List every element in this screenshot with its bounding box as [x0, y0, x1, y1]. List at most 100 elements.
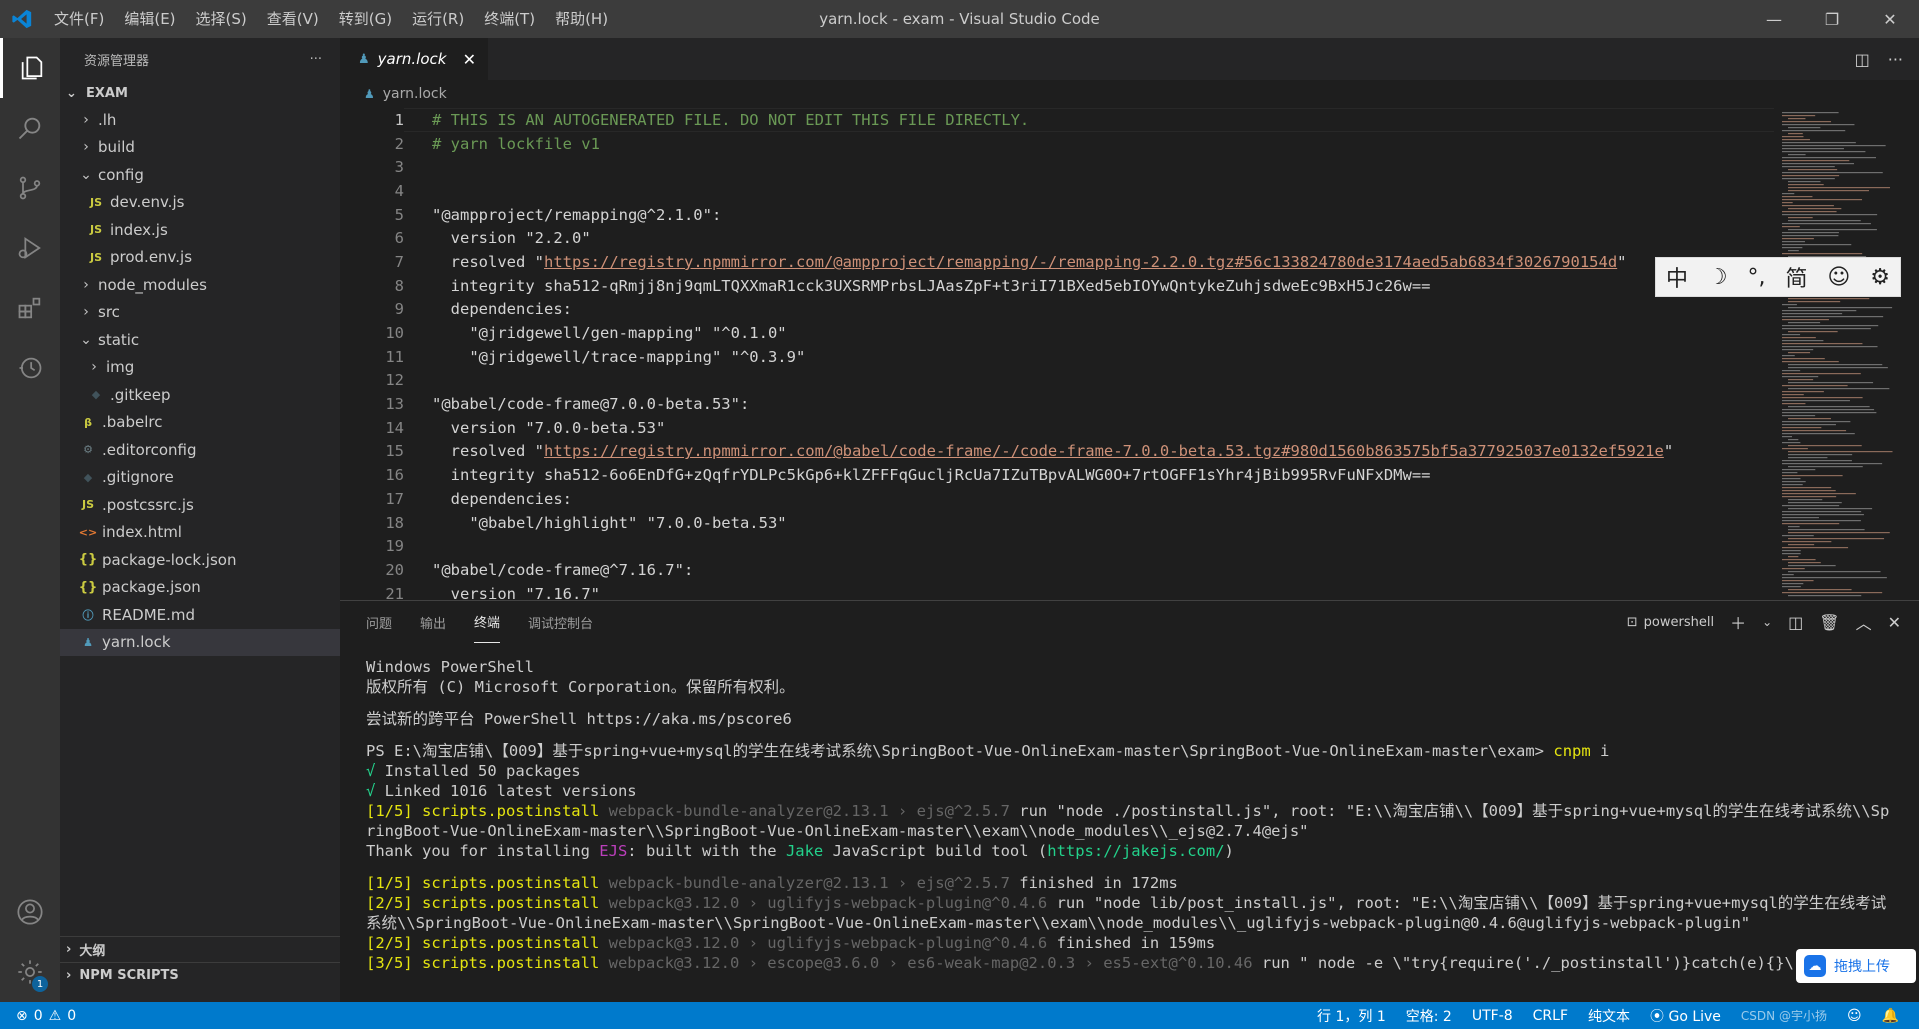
npm-scripts-section[interactable]: › NPM SCRIPTS [60, 962, 340, 988]
explorer-icon[interactable] [0, 38, 60, 98]
tree-item[interactable]: › node_modules [60, 271, 340, 299]
line-ending[interactable]: CRLF [1533, 1008, 1568, 1024]
tree-item[interactable]: ♟ yarn.lock [60, 628, 340, 656]
code-line: 16 integrity sha512-6o6EnDfG+zQqfrYDLPc5… [340, 463, 1780, 487]
close-panel-icon[interactable]: ✕ [1888, 613, 1901, 632]
workspace-section[interactable]: ⌄ EXAM [60, 80, 340, 106]
chevron-down-icon[interactable]: ⌄ [1762, 615, 1772, 629]
menu-item[interactable]: 编辑(E) [114, 0, 185, 38]
source-control-icon[interactable] [0, 158, 60, 218]
split-terminal-icon[interactable]: ◫ [1788, 613, 1803, 632]
language-mode[interactable]: 纯文本 [1588, 1006, 1630, 1026]
tree-item[interactable]: › src [60, 299, 340, 327]
panel-tab[interactable]: 终端 [474, 601, 501, 643]
tree-item[interactable]: <> index.html [60, 519, 340, 547]
tree-item-label: .lh [98, 110, 117, 129]
minimap[interactable] [1780, 108, 1905, 600]
notifications-icon[interactable]: 🔔 [1882, 1008, 1899, 1024]
tree-item[interactable]: ◆ .gitkeep [60, 381, 340, 409]
restore-button[interactable]: ❐ [1803, 0, 1861, 38]
tree-item[interactable]: ⌄ static [60, 326, 340, 354]
menu-item[interactable]: 终端(T) [474, 0, 545, 38]
more-actions-icon[interactable]: ··· [1888, 50, 1903, 69]
menu-item[interactable]: 选择(S) [186, 0, 257, 38]
outline-section[interactable]: › 大纲 [60, 936, 340, 962]
tree-item[interactable]: JS index.js [60, 216, 340, 244]
terminal-line: 版权所有 (C) Microsoft Corporation。保留所有权利。 [366, 677, 1896, 697]
menu-bar: 文件(F) 编辑(E) 选择(S) 查看(V) 转到(G) 运行(R) 终端(T) 帮助(H) [44, 0, 618, 38]
ime-button[interactable]: °, [1748, 265, 1766, 290]
minimize-button[interactable]: — [1745, 0, 1803, 38]
encoding[interactable]: UTF-8 [1472, 1008, 1513, 1024]
tree-item[interactable]: {} package-lock.json [60, 546, 340, 574]
panel-tab[interactable]: 调试控制台 [528, 601, 593, 643]
account-icon[interactable] [0, 882, 60, 942]
search-icon[interactable] [0, 98, 60, 158]
problems-status[interactable]: ⊗ 0 ⚠ 0 [0, 1008, 76, 1024]
menu-item[interactable]: 帮助(H) [545, 0, 618, 38]
indentation[interactable]: 空格: 2 [1406, 1006, 1452, 1026]
ime-button[interactable]: 中 [1666, 261, 1688, 293]
ime-button[interactable]: ⚙ [1870, 265, 1890, 290]
tree-item[interactable]: ⌄ config [60, 161, 340, 189]
menu-item[interactable]: 文件(F) [44, 0, 114, 38]
tree-item[interactable]: ◆ .gitignore [60, 464, 340, 492]
ime-button[interactable]: 简 [1785, 261, 1807, 293]
code-text: "@babel/code-frame@7.0.0-beta.53": [432, 395, 750, 414]
code-line: 6 version "2.2.0" [340, 226, 1780, 250]
terminal-segment: EJS [599, 842, 628, 860]
code-line: 7 resolved "https://registry.npmmirror.c… [340, 250, 1780, 274]
status-bar: ⊗ 0 ⚠ 0 行 1，列 1 空格: 2 UTF-8 CRLF 纯文本 ⦿ G… [0, 1002, 1919, 1029]
terminal-selector[interactable]: ⊡ powershell [1627, 615, 1714, 630]
breadcrumb[interactable]: ♟ yarn.lock [340, 80, 1740, 108]
tree-item[interactable]: JS dev.env.js [60, 189, 340, 217]
split-editor-icon[interactable]: ◫ [1855, 50, 1870, 69]
menu-item[interactable]: 查看(V) [257, 0, 329, 38]
tab-yarn-lock[interactable]: ♟ yarn.lock ✕ [340, 38, 488, 80]
manage-gear-icon[interactable]: 1 [0, 942, 60, 1002]
tree-item[interactable]: {} package.json [60, 574, 340, 602]
upload-widget[interactable]: ☁ 拖拽上传 [1796, 949, 1916, 983]
tree-item[interactable]: ⓘ README.md [60, 601, 340, 629]
ime-button[interactable]: ☺ [1827, 265, 1850, 290]
panel-tab[interactable]: 输出 [420, 601, 446, 643]
close-window-button[interactable]: ✕ [1861, 0, 1919, 38]
run-debug-icon[interactable] [0, 218, 60, 278]
info-file-icon: ⓘ [82, 608, 94, 622]
tree-item[interactable]: › build [60, 134, 340, 162]
minimap-line [1782, 202, 1793, 204]
code-line: 20 "@babel/code-frame@^7.16.7": [340, 558, 1780, 582]
resolved-link[interactable]: https://registry.npmmirror.com/@ampproje… [544, 253, 1617, 271]
cursor-position[interactable]: 行 1，列 1 [1317, 1006, 1386, 1026]
maximize-panel-icon[interactable]: ︿ [1856, 610, 1872, 634]
tree-item[interactable]: JS prod.env.js [60, 244, 340, 272]
yarn-file-icon: ♟ [83, 635, 93, 649]
close-tab-icon[interactable]: ✕ [463, 50, 476, 69]
chevron-right-icon: › [83, 304, 89, 321]
menu-item[interactable]: 转到(G) [329, 0, 402, 38]
ime-toolbar[interactable]: 中 ☽ °, 简 ☺ ⚙ [1655, 257, 1901, 297]
minimap-line [1788, 382, 1874, 384]
minimap-line [1782, 472, 1798, 474]
terminal-output[interactable]: Windows PowerShell 版权所有 (C) Microsoft Cor… [366, 657, 1915, 973]
resolved-link[interactable]: https://registry.npmmirror.com/@babel/co… [544, 442, 1664, 460]
code-editor[interactable]: 1 # THIS IS AN AUTOGENERATED FILE. DO NOT… [340, 108, 1780, 600]
tree-item[interactable]: JS .postcssrc.js [60, 491, 340, 519]
trash-icon[interactable]: 🗑 [1819, 613, 1839, 632]
new-terminal-icon[interactable]: ＋ [1730, 610, 1746, 634]
ime-button[interactable]: ☽ [1708, 265, 1728, 290]
explorer-more-button[interactable]: ··· [310, 52, 322, 67]
code-value: "7.0.0-beta.53" [646, 513, 787, 532]
timeline-icon[interactable] [0, 338, 60, 398]
golive-button[interactable]: ⦿ Go Live [1650, 1006, 1721, 1026]
tree-item[interactable]: β .babelrc [60, 409, 340, 437]
panel-tab[interactable]: 问题 [366, 601, 392, 643]
feedback-icon[interactable]: ☺ [1847, 1008, 1862, 1024]
menu-item[interactable]: 运行(R) [402, 0, 474, 38]
minimap-line [1782, 550, 1801, 552]
tree-item[interactable]: ⚙ .editorconfig [60, 436, 340, 464]
minimap-line [1788, 331, 1838, 333]
tree-item[interactable]: › .lh [60, 106, 340, 134]
tree-item[interactable]: › img [60, 354, 340, 382]
extensions-icon[interactable] [0, 278, 60, 338]
